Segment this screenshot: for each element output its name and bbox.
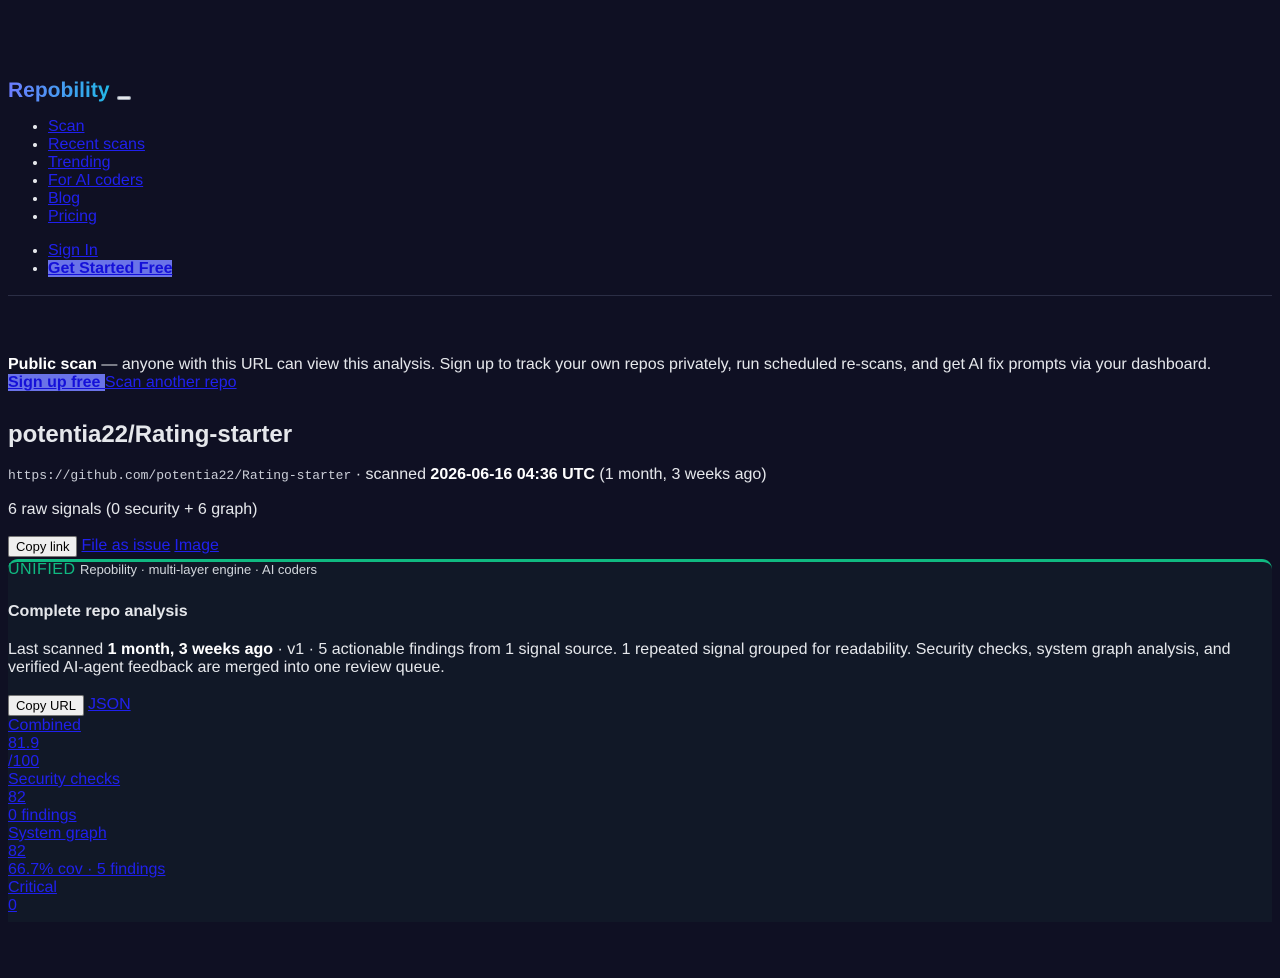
nav-pricing[interactable]: Pricing — [48, 208, 97, 225]
nav-scan[interactable]: Scan — [48, 118, 84, 135]
copy-url-button[interactable]: Copy URL — [8, 694, 84, 716]
desc-prefix: Last scanned — [8, 641, 108, 658]
unified-badge: UNIFIED — [8, 561, 76, 578]
desc-bold: 1 month, 3 weeks ago — [107, 641, 274, 658]
file-as-issue-link[interactable]: File as issue — [81, 537, 170, 555]
brand-logo[interactable]: Repobility — [8, 78, 110, 104]
stat-graph-detail[interactable]: 66.7% cov · 5 findings — [8, 861, 1272, 879]
card-title: Complete repo analysis — [8, 603, 188, 620]
nav-recent-scans[interactable]: Recent scans — [48, 136, 145, 153]
nav-for-ai-coders[interactable]: For AI coders — [48, 172, 143, 189]
image-link[interactable]: Image — [174, 537, 218, 555]
stat-security-label[interactable]: Security checks — [8, 771, 1272, 789]
header: Repobility — [8, 78, 1272, 104]
card-subtitle: Repobility · multi-layer engine · AI cod… — [79, 562, 317, 577]
scanned-ago: (1 month, 3 weeks ago) — [594, 466, 767, 483]
notice-bold: Public scan — [8, 356, 97, 373]
repo-meta: https://github.com/potentia22/Rating-sta… — [8, 465, 1272, 486]
raw-signals: 6 raw signals (0 security + 6 graph) — [8, 501, 258, 518]
menu-toggle-button[interactable] — [116, 96, 131, 100]
scanned-at: 2026-06-16 04:36 UTC — [430, 466, 595, 483]
page-title: potentia22/Rating-starter — [8, 421, 293, 448]
copy-link-button[interactable]: Copy link — [8, 535, 78, 557]
stat-graph-label[interactable]: System graph — [8, 825, 1272, 843]
stat-graph-value[interactable]: 82 — [8, 843, 1272, 861]
main-nav: Scan Recent scans Trending For AI coders… — [8, 118, 1272, 226]
stat-combined-max[interactable]: /100 — [8, 753, 1272, 771]
unified-analysis-card: UNIFIED Repobility · multi-layer engine … — [8, 559, 1272, 922]
nav-blog[interactable]: Blog — [48, 190, 80, 207]
sign-up-free-button[interactable]: Sign up free — [8, 374, 105, 391]
header-divider — [8, 295, 1272, 296]
scan-another-repo-link[interactable]: Scan another repo — [105, 374, 237, 391]
card-description: Last scanned 1 month, 3 weeks ago · v1 ·… — [8, 641, 1272, 677]
stat-security-value[interactable]: 82 — [8, 789, 1272, 807]
get-started-button[interactable]: Get Started Free — [48, 260, 173, 277]
stat-combined-label[interactable]: Combined — [8, 717, 1272, 735]
repo-url: https://github.com/potentia22/Rating-sta… — [8, 468, 352, 483]
stat-combined-value[interactable]: 81.9 — [8, 735, 1272, 753]
nav-trending[interactable]: Trending — [48, 154, 111, 171]
notice-text: — anyone with this URL can view this ana… — [96, 356, 1212, 373]
stat-critical-label[interactable]: Critical — [8, 879, 1272, 897]
scanned-prefix: · scanned — [351, 466, 431, 483]
stat-security-detail[interactable]: 0 findings — [8, 807, 1272, 825]
public-scan-notice: Public scan — anyone with this URL can v… — [8, 356, 1272, 374]
json-link[interactable]: JSON — [88, 696, 131, 714]
stats-list: Combined 81.9 /100 Security checks 82 0 … — [8, 717, 1272, 915]
sign-in-link[interactable]: Sign In — [48, 242, 98, 259]
auth-nav: Sign In Get Started Free — [8, 242, 1272, 278]
